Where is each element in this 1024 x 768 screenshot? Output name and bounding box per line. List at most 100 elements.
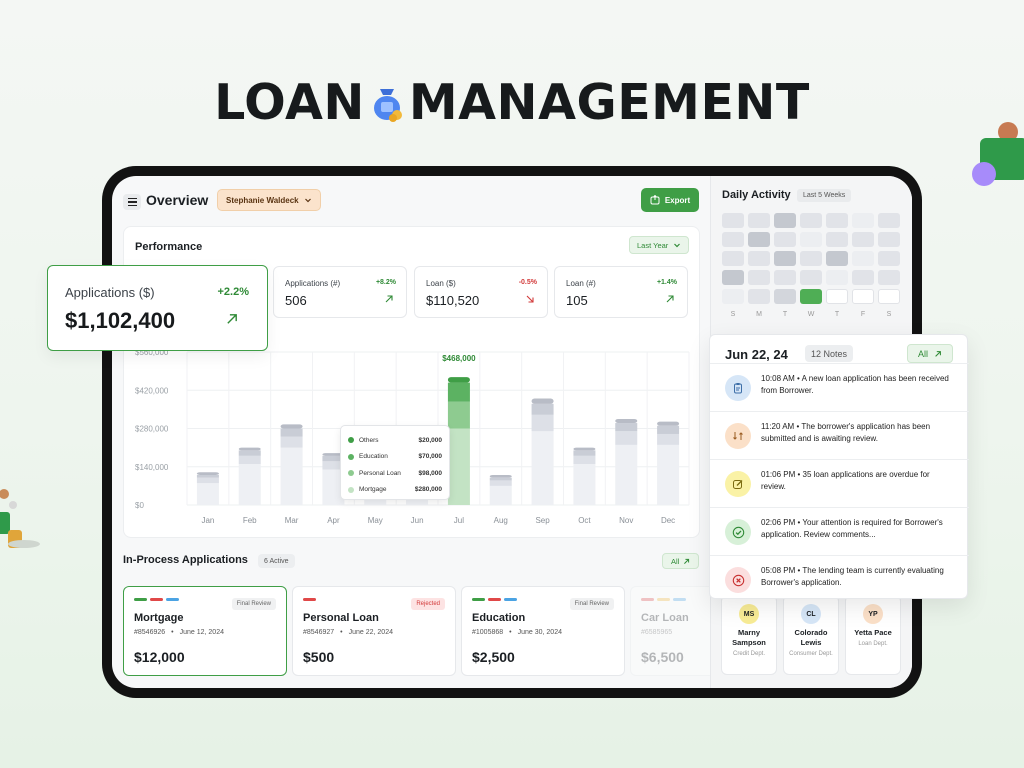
- hero-title-left: LOAN: [214, 74, 365, 131]
- notes-all-button[interactable]: All: [907, 344, 954, 363]
- transfer-icon: [725, 423, 751, 449]
- heatmap-cell[interactable]: [722, 289, 744, 304]
- application-meta: #8546927 • June 22, 2024: [303, 629, 393, 636]
- chart-bar-segment: [280, 428, 303, 437]
- stat-card-loan-count[interactable]: Loan (#) +1.4% 105: [554, 266, 688, 318]
- heatmap-cell[interactable]: [774, 270, 796, 285]
- main-panel: Overview Stephanie Waldeck Export Perfor…: [112, 176, 794, 688]
- team-member-card[interactable]: YP Yetta Pace Loan Dept.: [845, 595, 901, 675]
- heatmap-cell[interactable]: [748, 213, 770, 228]
- heatmap-cell[interactable]: [722, 251, 744, 266]
- arrow-down-right-icon: [526, 295, 534, 303]
- note-item[interactable]: 01:06 PM • 35 loan applications are over…: [710, 459, 969, 507]
- heatmap-cell[interactable]: [878, 251, 900, 266]
- stat-card-loan-amount[interactable]: Loan ($) -0.5% $110,520: [414, 266, 548, 318]
- chart-bar-segment: [238, 455, 261, 465]
- note-item[interactable]: 11:20 AM • The borrower's application ha…: [710, 411, 969, 459]
- heatmap-cell[interactable]: [774, 232, 796, 247]
- chart-bar-segment: [573, 447, 596, 451]
- x-tick-label: Oct: [578, 516, 591, 525]
- y-tick-label: $280,000: [135, 425, 169, 434]
- tooltip-value: $280,000: [414, 486, 442, 494]
- note-item[interactable]: 05:08 PM • The lending team is currently…: [710, 555, 969, 603]
- heatmap-cell[interactable]: [878, 270, 900, 285]
- export-button[interactable]: Export: [641, 188, 699, 212]
- heatmap-cell[interactable]: [722, 213, 744, 228]
- heatmap-cell[interactable]: [748, 270, 770, 285]
- heatmap-cell[interactable]: [826, 213, 848, 228]
- heatmap-cell[interactable]: [774, 251, 796, 266]
- heatmap-cell[interactable]: [852, 289, 874, 304]
- chart-bar-segment: [615, 423, 638, 432]
- export-label: Export: [664, 195, 691, 205]
- heatmap-cell[interactable]: [748, 251, 770, 266]
- money-bag-icon: [373, 89, 402, 122]
- weekday-label: T: [782, 311, 788, 318]
- menu-icon[interactable]: [123, 194, 141, 210]
- heatmap-cell[interactable]: [826, 270, 848, 285]
- chart-bar-segment: [280, 447, 303, 505]
- heatmap-cell[interactable]: [826, 232, 848, 247]
- heatmap-cell[interactable]: [878, 289, 900, 304]
- tooltip-name: Mortgage: [359, 486, 387, 494]
- user-selector[interactable]: Stephanie Waldeck: [217, 189, 321, 211]
- progress-bars: [641, 598, 686, 601]
- heatmap-cell[interactable]: [748, 289, 770, 304]
- heatmap-cell[interactable]: [774, 289, 796, 304]
- heatmap-cell[interactable]: [774, 213, 796, 228]
- team-member-card[interactable]: CL Colorado Lewis Consumer Dept.: [783, 595, 839, 675]
- member-dept: Loan Dept.: [858, 641, 888, 647]
- heatmap-cell[interactable]: [722, 270, 744, 285]
- edit-icon: [725, 471, 751, 497]
- weekday-label: W: [807, 311, 815, 318]
- heatmap-cell[interactable]: [852, 270, 874, 285]
- heatmap-cell[interactable]: [800, 270, 822, 285]
- application-meta: #8546926 • June 12, 2024: [134, 629, 224, 636]
- chevron-down-icon: [304, 198, 311, 203]
- heatmap-cell[interactable]: [826, 251, 848, 266]
- stat-card-applications-count[interactable]: Applications (#) +8.2% 506: [273, 266, 407, 318]
- heatmap-cell[interactable]: [800, 251, 822, 266]
- inprocess-all-button[interactable]: All: [662, 553, 700, 569]
- heatmap-cell[interactable]: [800, 213, 822, 228]
- application-amount: $500: [303, 649, 335, 665]
- chart-bar-segment: [531, 431, 554, 505]
- y-tick-label: $140,000: [135, 463, 169, 472]
- heatmap-cell[interactable]: [852, 251, 874, 266]
- chart-bar-segment: [573, 450, 596, 456]
- heatmap-cell[interactable]: [878, 232, 900, 247]
- note-item[interactable]: 10:08 AM • A new loan application has be…: [710, 363, 969, 411]
- heatmap-cell[interactable]: [852, 213, 874, 228]
- application-card-mortgage[interactable]: Final Review Mortgage #8546926 • June 12, …: [123, 586, 287, 676]
- tooltip-name: Others: [359, 436, 379, 444]
- application-id: #8546926: [134, 629, 166, 636]
- highlight-stat-card[interactable]: Applications ($) +2.2% $1,102,400: [47, 265, 268, 351]
- highlight-value: $1,102,400: [65, 308, 176, 333]
- application-card-personal-loan[interactable]: Rejected Personal Loan #8546927 • June 22,…: [292, 586, 456, 676]
- heatmap-cell[interactable]: [826, 289, 848, 304]
- tooltip-row: Personal Loan $98,000: [348, 465, 442, 482]
- member-name: Marny Sampson: [732, 628, 766, 647]
- x-tick-label: Mar: [285, 516, 299, 525]
- application-meta: #6585965: [641, 629, 678, 636]
- team-member-card[interactable]: MS Marny Sampson Credit Dept.: [721, 595, 777, 675]
- y-tick-label: $0: [135, 501, 144, 510]
- heatmap-cell[interactable]: [852, 232, 874, 247]
- heatmap-cell[interactable]: [722, 232, 744, 247]
- heatmap-cell[interactable]: [878, 213, 900, 228]
- chart-bar-segment: [196, 477, 219, 484]
- activity-range-badge[interactable]: Last 5 Weeks: [797, 189, 852, 202]
- user-name: Stephanie Waldeck: [226, 195, 299, 205]
- stat-value: $110,520: [426, 293, 480, 308]
- inprocess-title: In-Process Applications: [123, 554, 248, 566]
- daily-notes-panel: Jun 22, 24 12 Notes All 10:08 AM • A new…: [709, 334, 969, 599]
- note-item[interactable]: 02:06 PM • Your attention is required fo…: [710, 507, 969, 555]
- application-card-education[interactable]: Final Review Education #1005868 • June 30,…: [461, 586, 625, 676]
- note-time: 05:08 PM: [761, 566, 796, 575]
- tooltip-value: $70,000: [418, 453, 443, 461]
- heatmap-cell[interactable]: [800, 289, 822, 304]
- heatmap-cell[interactable]: [800, 232, 822, 247]
- application-amount: $6,500: [641, 649, 684, 665]
- stat-label: Loan (#): [566, 279, 596, 288]
- heatmap-cell[interactable]: [748, 232, 770, 247]
